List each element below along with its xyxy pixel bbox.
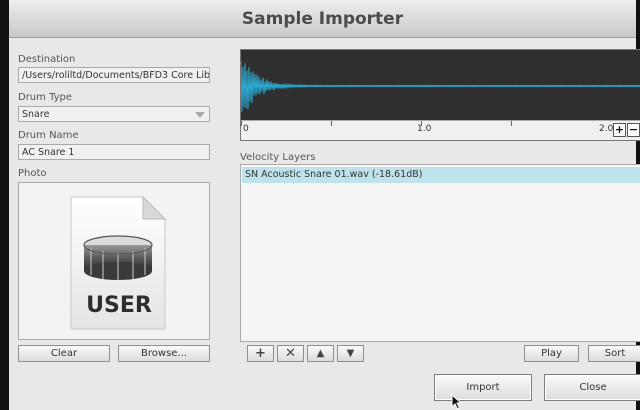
arrow-down-icon: ▼ xyxy=(346,348,355,359)
drum-type-label: Drum Type xyxy=(18,92,73,103)
velocity-layers-list[interactable]: SN Acoustic Snare 01.wav (-18.61dB) xyxy=(240,164,640,342)
time-ruler: 0 1.0 2.0 + − xyxy=(241,120,640,140)
clear-button[interactable]: Clear xyxy=(18,345,110,362)
browse-button[interactable]: Browse... xyxy=(118,345,210,362)
drum-type-select[interactable]: Snare xyxy=(18,106,210,122)
import-button[interactable]: Import xyxy=(434,374,532,401)
ruler-start: 0 xyxy=(243,124,249,134)
waveform-trace xyxy=(241,61,640,112)
zoom-out-button[interactable]: − xyxy=(627,123,640,137)
zoom-in-button[interactable]: + xyxy=(613,123,626,137)
ruler-end: 2.0 xyxy=(599,124,614,134)
chevron-down-icon xyxy=(195,112,205,118)
close-button[interactable]: Close xyxy=(544,374,640,401)
ruler-mid: 1.0 xyxy=(417,124,432,134)
destination-field[interactable]: /Users/roliltd/Documents/BFD3 Core Lib xyxy=(18,67,210,83)
ruler-tick xyxy=(241,121,242,126)
drum-name-label: Drum Name xyxy=(18,130,79,141)
waveform-display[interactable]: 0 1.0 2.0 + − xyxy=(240,49,640,141)
destination-label: Destination xyxy=(18,54,76,65)
user-badge: USER xyxy=(86,293,152,318)
mouse-pointer-icon xyxy=(451,394,463,410)
remove-layer-button[interactable]: ✕ xyxy=(277,345,304,362)
title-bar: Sample Importer xyxy=(9,0,636,38)
window-title: Sample Importer xyxy=(241,8,404,29)
photo-label: Photo xyxy=(18,168,47,179)
velocity-layers-label: Velocity Layers xyxy=(240,152,316,163)
plus-icon: + xyxy=(255,346,266,361)
move-up-button[interactable]: ▲ xyxy=(307,345,334,362)
sort-button[interactable]: Sort xyxy=(588,345,640,362)
drum-name-field[interactable]: AC Snare 1 xyxy=(18,144,210,160)
close-icon: ✕ xyxy=(285,346,296,361)
add-layer-button[interactable]: + xyxy=(247,345,274,362)
drum-type-value: Snare xyxy=(22,109,50,120)
sample-importer-window: Sample Importer Destination /Users/rolil… xyxy=(0,0,640,410)
arrow-up-icon: ▲ xyxy=(316,348,325,359)
list-item[interactable]: SN Acoustic Snare 01.wav (-18.61dB) xyxy=(242,167,640,183)
play-button[interactable]: Play xyxy=(524,345,579,362)
ruler-tick xyxy=(331,121,332,126)
photo-box[interactable]: USER xyxy=(18,182,210,340)
ruler-tick xyxy=(511,121,512,126)
move-down-button[interactable]: ▼ xyxy=(337,345,364,362)
